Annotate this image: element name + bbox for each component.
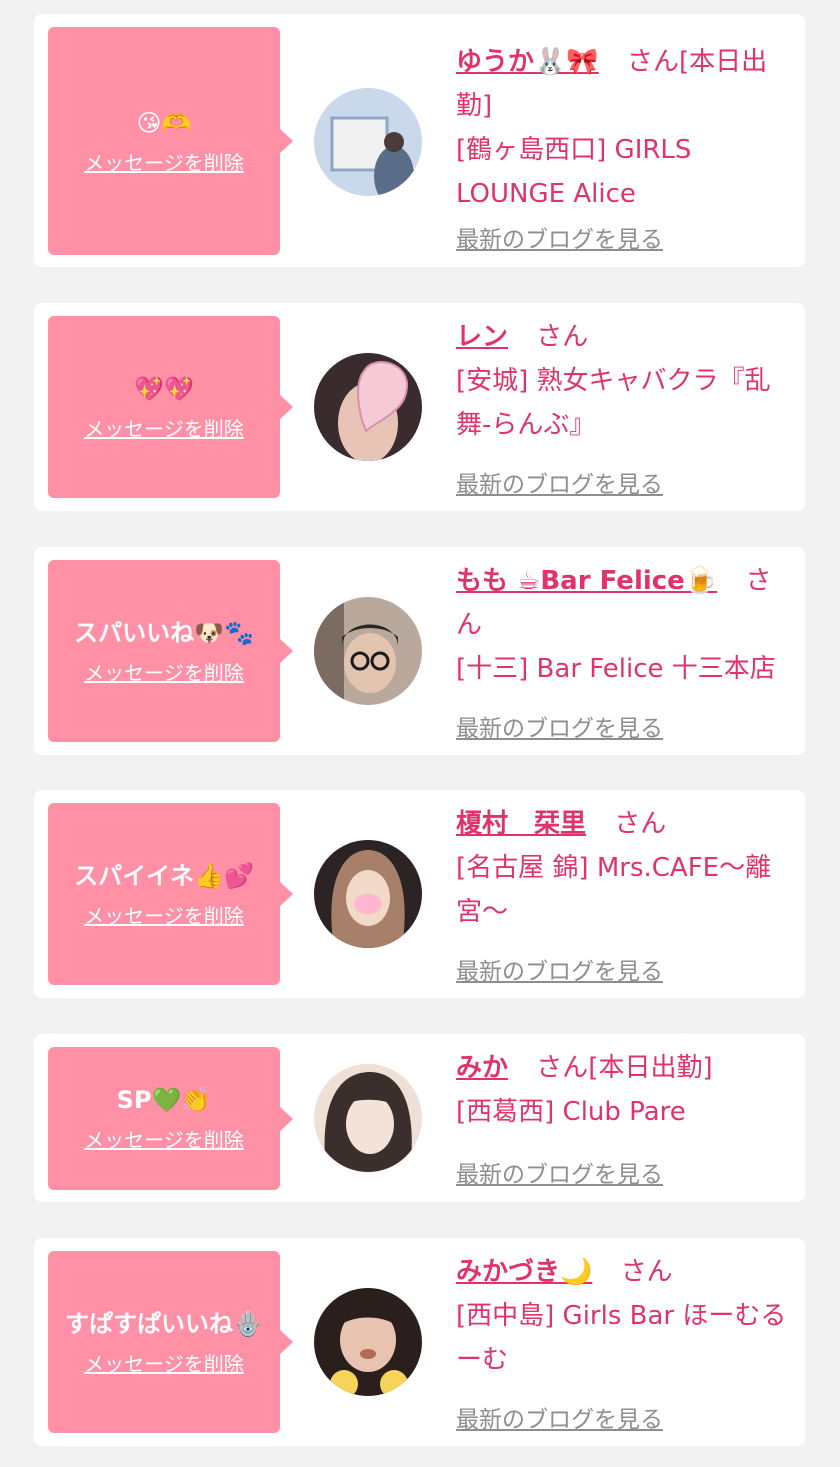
delete-message-link[interactable]: メッセージを削除 (84, 1348, 244, 1377)
message-stamp-text: スパイイネ👍💕 (74, 861, 254, 890)
message-bubble: スパイイネ👍💕 メッセージを削除 (48, 803, 293, 985)
message-stamp-text: スパいいね🐶🐾 (74, 618, 254, 647)
honorific: さん (627, 47, 680, 77)
latest-blog-link[interactable]: 最新のブログを見る (456, 1155, 663, 1189)
message-card: スパいいね🐶🐾 メッセージを削除 もも ☕Bar Felice🍺 さん [十三]… (34, 547, 805, 755)
card-info: みかづき🌙 さん [西中島] Girls Bar ほーむるーむ (456, 1250, 794, 1382)
avatar[interactable] (314, 1288, 422, 1396)
latest-blog-link[interactable]: 最新のブログを見る (456, 465, 663, 499)
user-name-link[interactable]: もも ☕Bar Felice🍺 (456, 566, 717, 596)
shop-name: [西中島] Girls Bar ほーむるーむ (456, 1301, 787, 1375)
avatar[interactable] (314, 840, 422, 948)
message-card: SP💚👏 メッセージを削除 みか さん[本日出勤] [西葛西] Club Par… (34, 1034, 805, 1202)
honorific: さん (614, 809, 667, 839)
message-bubble: すぱすぱいいね🪬 メッセージを削除 (48, 1251, 293, 1433)
message-bubble: 😘🫶 メッセージを削除 (48, 27, 293, 255)
latest-blog-link[interactable]: 最新のブログを見る (456, 709, 663, 743)
card-info: レン さん [安城] 熟女キャバクラ『乱舞-らんぶ』 (456, 315, 794, 447)
user-name-link[interactable]: 榎村 栞里 (456, 809, 586, 839)
message-card: すぱすぱいいね🪬 メッセージを削除 みかづき🌙 さん [西中島] Girls B… (34, 1238, 805, 1446)
avatar-photo (314, 1064, 422, 1172)
message-stamp-text: 😘🫶 (136, 108, 192, 137)
message-card: スパイイネ👍💕 メッセージを削除 榎村 栞里 さん [名古屋 錦] Mrs.CA… (34, 790, 805, 998)
delete-message-link[interactable]: メッセージを削除 (84, 413, 244, 442)
avatar-photo (314, 88, 422, 196)
avatar-photo (314, 597, 422, 705)
avatar[interactable] (314, 597, 422, 705)
card-info: みか さん[本日出勤] [西葛西] Club Pare (456, 1046, 794, 1134)
latest-blog-link[interactable]: 最新のブログを見る (456, 952, 663, 986)
shop-name: [安城] 熟女キャバクラ『乱舞-らんぶ』 (456, 366, 771, 440)
honorific: さん (536, 1053, 589, 1083)
user-name-link[interactable]: ゆうか🐰🎀 (456, 47, 599, 77)
status-label: [本日出勤] (588, 1053, 713, 1083)
delete-message-link[interactable]: メッセージを削除 (84, 147, 244, 176)
user-name-link[interactable]: レン (456, 322, 508, 352)
honorific: さん (620, 1257, 673, 1287)
message-list: 😘🫶 メッセージを削除 ゆうか🐰🎀 さん[本日出勤] [鶴ヶ島西口] GIRLS… (0, 0, 840, 1467)
honorific: さん (536, 322, 589, 352)
avatar[interactable] (314, 1064, 422, 1172)
shop-name: [鶴ヶ島西口] GIRLS LOUNGE Alice (456, 135, 692, 209)
user-name-link[interactable]: みか (456, 1053, 508, 1083)
delete-message-link[interactable]: メッセージを削除 (84, 900, 244, 929)
shop-name: [西葛西] Club Pare (456, 1097, 686, 1127)
message-stamp-text: SP💚👏 (116, 1086, 212, 1114)
avatar-photo (314, 840, 422, 948)
avatar-photo (314, 1288, 422, 1396)
message-bubble: SP💚👏 メッセージを削除 (48, 1047, 293, 1190)
card-info: ゆうか🐰🎀 さん[本日出勤] [鶴ヶ島西口] GIRLS LOUNGE Alic… (456, 40, 794, 216)
message-stamp-text: すぱすぱいいね🪬 (65, 1309, 263, 1338)
message-card: 💖💖 メッセージを削除 レン さん [安城] 熟女キャバクラ『乱舞-らんぶ』 最… (34, 303, 805, 511)
shop-name: [十三] Bar Felice 十三本店 (456, 654, 776, 684)
latest-blog-link[interactable]: 最新のブログを見る (456, 1400, 663, 1434)
avatar[interactable] (314, 88, 422, 196)
message-card: 😘🫶 メッセージを削除 ゆうか🐰🎀 さん[本日出勤] [鶴ヶ島西口] GIRLS… (34, 14, 805, 267)
shop-name: [名古屋 錦] Mrs.CAFE〜離宮〜 (456, 853, 772, 927)
user-name-link[interactable]: みかづき🌙 (456, 1257, 592, 1287)
avatar-photo (314, 353, 422, 461)
message-bubble: 💖💖 メッセージを削除 (48, 316, 293, 498)
delete-message-link[interactable]: メッセージを削除 (84, 657, 244, 686)
delete-message-link[interactable]: メッセージを削除 (84, 1124, 244, 1153)
message-stamp-text: 💖💖 (134, 374, 194, 403)
avatar[interactable] (314, 353, 422, 461)
message-bubble: スパいいね🐶🐾 メッセージを削除 (48, 560, 293, 742)
latest-blog-link[interactable]: 最新のブログを見る (456, 220, 663, 254)
card-info: 榎村 栞里 さん [名古屋 錦] Mrs.CAFE〜離宮〜 (456, 802, 794, 934)
card-info: もも ☕Bar Felice🍺 さん [十三] Bar Felice 十三本店 (456, 559, 794, 691)
